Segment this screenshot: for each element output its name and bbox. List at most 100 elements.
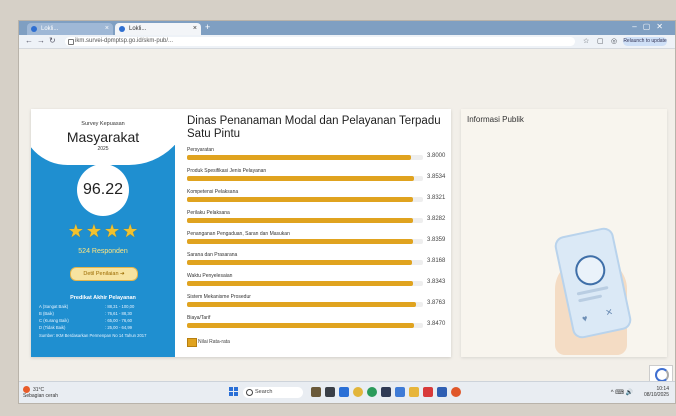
taskbar-search[interactable]: Search <box>243 387 303 398</box>
close-icon[interactable]: × <box>193 23 197 35</box>
predicate-label: D (Tidak Baik) <box>39 325 66 330</box>
criteria-bar-fill <box>187 281 414 286</box>
clock[interactable]: 10:14 08/10/2025 <box>644 386 669 398</box>
extension-icon[interactable]: ▢ <box>597 37 604 45</box>
folder-icon[interactable] <box>409 387 419 397</box>
criteria-bar-track <box>187 218 423 223</box>
url-text: ikm.survei-dpmptsp.go.id/skm-pub/... <box>75 38 174 44</box>
criteria-bar-fill <box>187 302 416 307</box>
window-controls[interactable]: –▢✕ <box>632 22 669 31</box>
predicate-label: A (Sangat Baik) <box>39 304 69 309</box>
page-content: Survey Kepuasan Masyarakat 2025 96.22 ★ ★… <box>19 49 675 385</box>
public-info-title: Informasi Publik <box>467 115 524 124</box>
predicate-range: : 65,00 - 76,60 <box>105 318 133 323</box>
system-tray-icons[interactable]: ^ ⌨ 🔊 <box>611 389 633 396</box>
star-icon[interactable]: ☆ <box>583 37 589 45</box>
predicate-row: C (Kurang Baik) : 65,00 - 76,60 <box>39 318 169 323</box>
placeholder-line <box>576 285 609 296</box>
criteria-row: Sistem Mekanisme Prosedur 3.8763 <box>187 294 447 314</box>
star-icon: ★ <box>104 221 121 241</box>
criteria-bar-track <box>187 260 423 265</box>
heart-icon: ♥ <box>581 313 589 324</box>
browser-tab-2[interactable]: Lokli... × <box>115 23 201 35</box>
word-icon[interactable] <box>339 387 349 397</box>
detail-button-label: Detil Penilaian <box>83 271 119 277</box>
criteria-value: 3.8000 <box>427 153 446 159</box>
emblem-icon <box>572 252 609 289</box>
firefox-icon[interactable] <box>451 387 461 397</box>
weather-desc: Sebagian cerah <box>23 393 59 399</box>
criteria-value: 3.8168 <box>427 258 446 264</box>
criteria-row: Kompetensi Pelaksana 3.8321 <box>187 189 447 209</box>
screen: Lokli... × Lokli... × + –▢✕ ← → ↻ ikm.su… <box>18 20 676 404</box>
predicate-row: D (Tidak Baik): 25,00 - 64,99 <box>39 325 169 330</box>
star-icon: ★ <box>122 221 139 241</box>
criteria-row: Waktu Penyelesaian 3.8343 <box>187 273 447 293</box>
windows-start-icon[interactable] <box>229 387 239 397</box>
criteria-row: Persyaratan 3.8000 <box>187 147 447 167</box>
lock-icon <box>68 39 74 45</box>
url-input[interactable]: ikm.survei-dpmptsp.go.id/skm-pub/... <box>65 37 575 46</box>
weather-widget[interactable]: 31°C Sebagian cerah <box>23 386 58 399</box>
criteria-bar-track <box>187 281 423 286</box>
criteria-label: Persyaratan <box>187 147 214 153</box>
address-bar: ← → ↻ ikm.survei-dpmptsp.go.id/skm-pub/.… <box>19 35 675 49</box>
outlook-icon[interactable] <box>437 387 447 397</box>
chrome-icon[interactable] <box>353 387 363 397</box>
criteria-bar-fill <box>187 155 412 160</box>
new-tab-icon[interactable]: + <box>205 22 210 32</box>
forward-icon[interactable]: → <box>37 36 45 45</box>
search-label: Search <box>255 389 273 395</box>
predicate-label: C (Kurang Baik) <box>39 318 69 323</box>
recaptcha-icon <box>655 368 669 382</box>
profile-icon[interactable]: ◎ <box>611 37 617 45</box>
criteria-value: 3.8321 <box>427 195 446 201</box>
survey-year: 2025 <box>97 146 109 152</box>
chrome-profile-icon[interactable] <box>367 387 377 397</box>
widgets-icon[interactable] <box>311 387 321 397</box>
criteria-label: Perilaku Pelaksana <box>187 210 230 216</box>
legend-swatch <box>187 338 197 347</box>
predicate-range: : 76,61 - 88,30 <box>105 311 133 316</box>
criteria-value: 3.8359 <box>427 237 446 243</box>
detail-button[interactable]: Detil Penilaian ➔ <box>70 267 138 281</box>
criteria-bar-fill <box>187 260 413 265</box>
reload-icon[interactable]: ↻ <box>49 36 56 45</box>
sun-icon <box>23 386 30 393</box>
relaunch-button[interactable]: Relaunch to update <box>623 37 667 46</box>
criteria-bar-fill <box>187 239 414 244</box>
criteria-bar-fill <box>187 218 413 223</box>
criteria-row: Biaya/Tarif 3.8470 <box>187 315 447 335</box>
criteria-bar-fill <box>187 323 415 328</box>
predicate-row: A (Sangat Baik): 88,31 - 100,00 <box>39 304 169 309</box>
app-icon[interactable] <box>423 387 433 397</box>
criteria-label: Sarana dan Prasarana <box>187 252 238 258</box>
back-icon[interactable]: ← <box>25 36 33 45</box>
star-icon: ★ <box>67 221 84 241</box>
mail-icon[interactable] <box>395 387 405 397</box>
criteria-value: 3.8470 <box>427 321 446 327</box>
criteria-value: 3.8763 <box>427 300 446 306</box>
survey-subtitle: Survey Kepuasan <box>81 121 125 127</box>
predicate-note: Sumber: IKM Berdasarkan Permenpan No 14 … <box>39 333 147 338</box>
criteria-row: Perilaku Pelaksana 3.8282 <box>187 210 447 230</box>
store-icon[interactable] <box>381 387 391 397</box>
criteria-value: 3.8534 <box>427 174 446 180</box>
survey-card: Survey Kepuasan Masyarakat 2025 96.22 ★ ★… <box>31 109 451 357</box>
criteria-bar-track <box>187 155 423 160</box>
clock-date: 08/10/2025 <box>643 392 669 398</box>
criteria-value: 3.8282 <box>427 216 446 222</box>
star-icon: ★ <box>85 221 102 241</box>
browser-tab-1[interactable]: Lokli... × <box>27 23 113 35</box>
criteria-bar-track <box>187 176 423 181</box>
laptop-bezel: Lokli... × Lokli... × + –▢✕ ← → ↻ ikm.su… <box>0 0 676 416</box>
task-view-icon[interactable] <box>325 387 335 397</box>
criteria-row: Produk Spesifikasi Jenis Pelayanan 3.8534 <box>187 168 447 188</box>
favicon-icon <box>119 26 125 32</box>
org-title: Dinas Penanaman Modal dan Pelayanan Terp… <box>187 115 441 140</box>
tab-label: Lokli... <box>129 26 147 32</box>
criteria-panel: Dinas Penanaman Modal dan Pelayanan Terp… <box>181 109 451 357</box>
criteria-label: Sistem Mekanisme Prosedur <box>187 294 251 300</box>
criteria-label: Biaya/Tarif <box>187 315 211 321</box>
close-icon[interactable]: × <box>105 23 109 35</box>
